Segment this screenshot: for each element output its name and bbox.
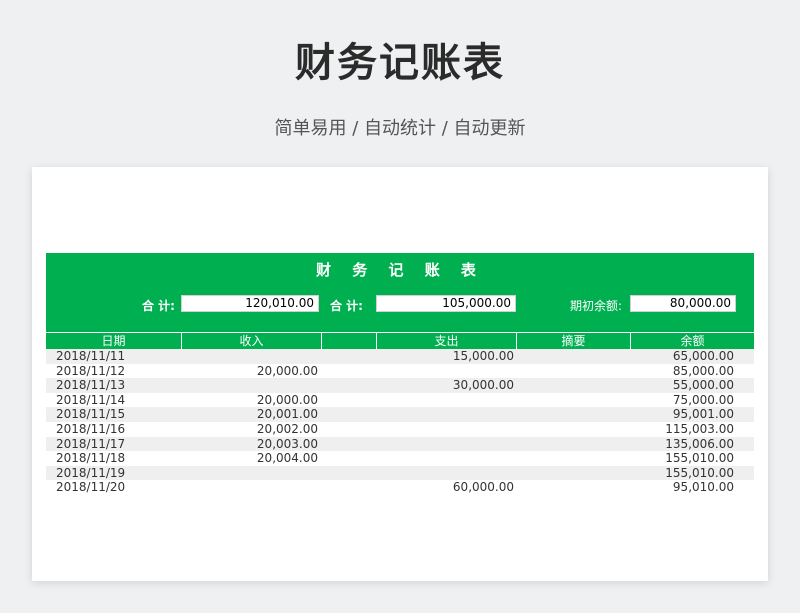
- summary-cell[interactable]: [516, 480, 628, 495]
- column-header-summary[interactable]: 摘要: [516, 333, 630, 349]
- date-cell[interactable]: 2018/11/17: [56, 437, 125, 452]
- income-cell[interactable]: 20,002.00: [181, 422, 318, 437]
- balance-cell[interactable]: 135,006.00: [630, 437, 734, 452]
- expense-total-label: 合 计:: [330, 299, 363, 313]
- summary-cell[interactable]: [516, 466, 628, 481]
- expense-cell[interactable]: [376, 422, 514, 437]
- expense-cell[interactable]: [376, 466, 514, 481]
- date-cell[interactable]: 2018/11/14: [56, 393, 125, 408]
- date-cell[interactable]: 2018/11/11: [56, 349, 125, 364]
- column-header-expense[interactable]: 支出: [376, 333, 516, 349]
- income-total-label: 合 计:: [142, 299, 175, 313]
- table-row[interactable]: 2018/11/18 20,004.00 155,010.00: [46, 451, 754, 466]
- ledger-rows: 2018/11/11 15,000.00 65,000.00 2018/11/1…: [46, 349, 754, 495]
- table-row[interactable]: 2018/11/16 20,002.00 115,003.00: [46, 422, 754, 437]
- date-cell[interactable]: 2018/11/12: [56, 364, 125, 379]
- income-cell[interactable]: 20,001.00: [181, 407, 318, 422]
- page-subtitle: 简单易用 / 自动统计 / 自动更新: [274, 118, 526, 139]
- date-cell[interactable]: 2018/11/13: [56, 378, 125, 393]
- balance-cell[interactable]: 75,000.00: [630, 393, 734, 408]
- table-row[interactable]: 2018/11/17 20,003.00 135,006.00: [46, 436, 754, 452]
- summary-cell[interactable]: [516, 422, 628, 437]
- spreadsheet: 财 务 记 账 表 合 计: 120,010.00 合 计: 105,000.0…: [32, 167, 768, 581]
- income-total-cell[interactable]: 120,010.00: [181, 295, 319, 312]
- expense-cell[interactable]: 60,000.00: [376, 480, 514, 495]
- sheet-title: 财 务 记 账 表: [316, 261, 484, 279]
- expense-cell[interactable]: 15,000.00: [376, 349, 514, 364]
- expense-cell[interactable]: [376, 451, 514, 466]
- balance-cell[interactable]: 155,010.00: [630, 466, 734, 481]
- summary-cell[interactable]: [516, 437, 628, 452]
- date-cell[interactable]: 2018/11/15: [56, 407, 125, 422]
- table-row[interactable]: 2018/11/13 30,000.00 55,000.00: [46, 378, 754, 393]
- balance-cell[interactable]: 85,000.00: [630, 364, 734, 379]
- balance-cell[interactable]: 95,010.00: [630, 480, 734, 495]
- expense-cell[interactable]: [376, 437, 514, 452]
- balance-cell[interactable]: 155,010.00: [630, 451, 734, 466]
- table-row[interactable]: 2018/11/14 20,000.00 75,000.00: [46, 393, 754, 408]
- date-cell[interactable]: 2018/11/16: [56, 422, 125, 437]
- summary-cell[interactable]: [516, 407, 628, 422]
- income-cell[interactable]: 20,000.00: [181, 364, 318, 379]
- page-title: 财务记账表: [295, 40, 505, 86]
- summary-cell[interactable]: [516, 451, 628, 466]
- summary-cell[interactable]: [516, 364, 628, 379]
- opening-balance-cell[interactable]: 80,000.00: [630, 295, 736, 312]
- table-row[interactable]: 2018/11/15 20,001.00 95,001.00: [46, 407, 754, 422]
- date-cell[interactable]: 2018/11/20: [56, 480, 125, 495]
- table-row[interactable]: 2018/11/11 15,000.00 65,000.00: [46, 349, 754, 364]
- income-cell[interactable]: [181, 378, 318, 393]
- date-cell[interactable]: 2018/11/19: [56, 466, 125, 481]
- table-row[interactable]: 2018/11/20 60,000.00 95,010.00: [46, 480, 754, 495]
- expense-cell[interactable]: [376, 407, 514, 422]
- date-cell[interactable]: 2018/11/18: [56, 451, 125, 466]
- column-header-blank[interactable]: [321, 333, 376, 349]
- table-row[interactable]: 2018/11/19 155,010.00: [46, 465, 754, 481]
- income-cell[interactable]: [181, 349, 318, 364]
- expense-cell[interactable]: [376, 393, 514, 408]
- sheet-header-block: 财 务 记 账 表 合 计: 120,010.00 合 计: 105,000.0…: [46, 253, 754, 349]
- column-header-balance[interactable]: 余额: [630, 333, 754, 349]
- expense-cell[interactable]: [376, 364, 514, 379]
- income-cell[interactable]: 20,000.00: [181, 393, 318, 408]
- income-cell[interactable]: [181, 466, 318, 481]
- income-cell[interactable]: 20,003.00: [181, 437, 318, 452]
- balance-cell[interactable]: 115,003.00: [630, 422, 734, 437]
- table-row[interactable]: 2018/11/12 20,000.00 85,000.00: [46, 364, 754, 379]
- expense-total-cell[interactable]: 105,000.00: [376, 295, 516, 312]
- summary-cell[interactable]: [516, 349, 628, 364]
- summary-cell[interactable]: [516, 378, 628, 393]
- balance-cell[interactable]: 65,000.00: [630, 349, 734, 364]
- column-header-income[interactable]: 收入: [181, 333, 321, 349]
- column-header-row: 日期 收入 支出 摘要 余额: [46, 332, 754, 350]
- expense-cell[interactable]: 30,000.00: [376, 378, 514, 393]
- balance-cell[interactable]: 95,001.00: [630, 407, 734, 422]
- column-header-date[interactable]: 日期: [46, 333, 181, 349]
- income-cell[interactable]: [181, 480, 318, 495]
- income-cell[interactable]: 20,004.00: [181, 451, 318, 466]
- balance-cell[interactable]: 55,000.00: [630, 378, 734, 393]
- opening-balance-label: 期初余额:: [570, 299, 623, 313]
- summary-cell[interactable]: [516, 393, 628, 408]
